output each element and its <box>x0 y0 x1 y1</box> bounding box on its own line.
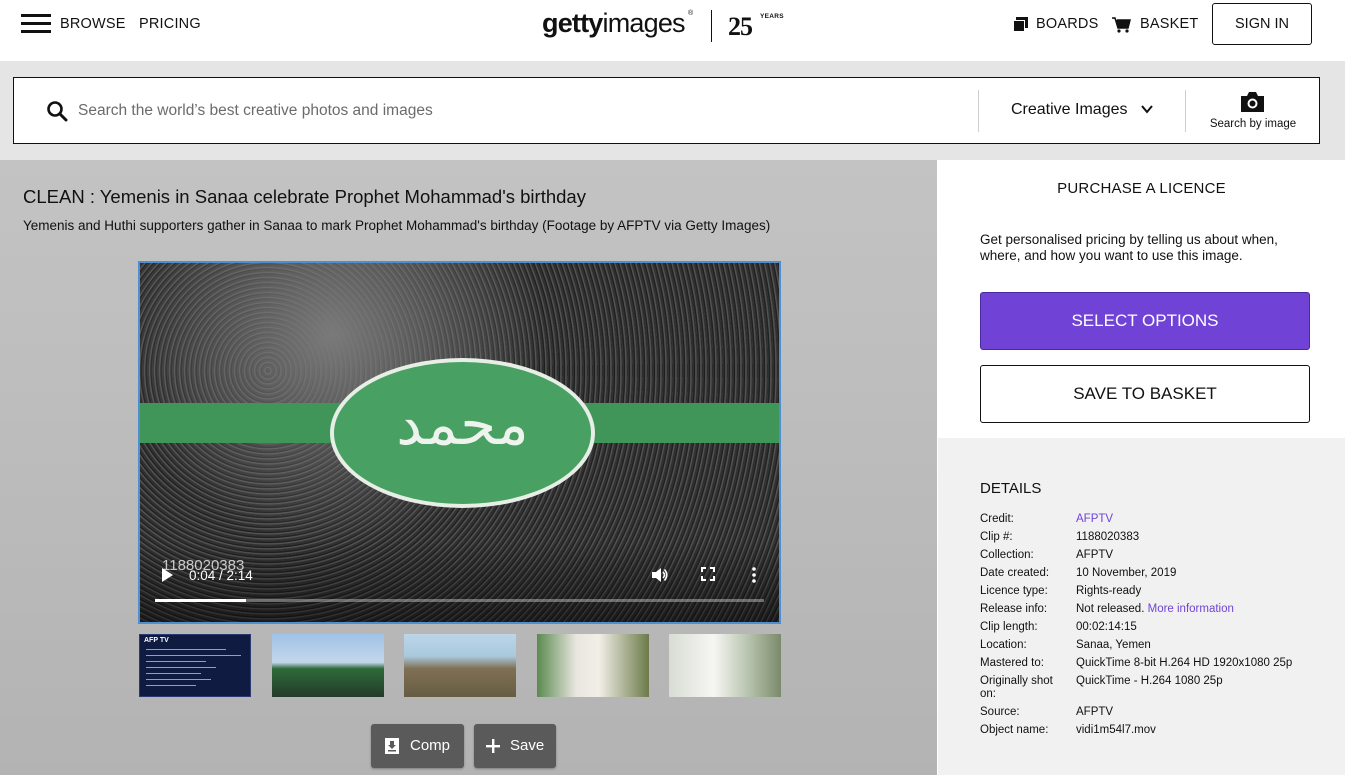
video-timecode: 0:04 / 2:14 <box>189 568 253 583</box>
detail-key: Collection: <box>980 549 1034 561</box>
chevron-down-icon <box>1141 105 1153 114</box>
download-icon <box>385 738 399 754</box>
search-divider <box>978 90 979 132</box>
search-band: Creative Images Search by image <box>0 61 1345 160</box>
video-banner-right <box>580 403 779 443</box>
detail-key: Clip length: <box>980 621 1038 633</box>
thumbnail-3[interactable] <box>404 634 516 697</box>
detail-key: Clip #: <box>980 531 1013 543</box>
detail-value: QuickTime 8-bit H.264 HD 1920x1080 25p <box>1076 657 1293 669</box>
detail-value: QuickTime - H.264 1080 25p <box>1076 675 1223 687</box>
release-status: Not released. <box>1076 603 1145 615</box>
detail-key: Originally shot on: <box>980 675 1053 700</box>
detail-key: Location: <box>980 639 1027 651</box>
detail-value: AFPTV <box>1076 706 1114 718</box>
search-type-dropdown[interactable]: Creative Images <box>980 78 1186 143</box>
comp-button[interactable]: Comp <box>371 724 464 768</box>
detail-value: vidi1m54l7.mov <box>1076 724 1156 736</box>
logo-registered: ® <box>688 10 694 17</box>
media-title: CLEAN : Yemenis in Sanaa celebrate Proph… <box>23 186 586 207</box>
comp-button-label: Comp <box>410 737 451 754</box>
video-progress-bar[interactable] <box>155 599 764 602</box>
search-icon[interactable] <box>46 100 68 122</box>
select-options-button[interactable]: SELECT OPTIONS <box>980 292 1310 350</box>
search-by-image-button[interactable]: Search by image <box>1186 78 1320 143</box>
basket-link[interactable]: BASKET <box>1140 16 1198 32</box>
logo-brand-thin: images <box>602 8 686 38</box>
video-progress-fill <box>155 599 247 602</box>
play-icon[interactable] <box>160 567 174 583</box>
logo-divider <box>711 10 712 42</box>
credit-link[interactable]: AFPTV <box>1076 513 1113 526</box>
detail-value: Rights-ready <box>1076 585 1142 597</box>
purchase-panel: PURCHASE A LICENCE Get personalised pric… <box>938 160 1345 438</box>
thumbnail-5[interactable] <box>669 634 781 697</box>
volume-icon[interactable] <box>651 567 669 583</box>
detail-key: Mastered to: <box>980 657 1044 669</box>
top-nav: BROWSE PRICING gettyimages ® 25 YEARS BO… <box>0 0 1345 61</box>
detail-key: Date created: <box>980 567 1050 579</box>
detail-value: 1188020383 <box>1076 531 1140 543</box>
fullscreen-icon[interactable] <box>701 567 715 581</box>
save-button[interactable]: Save <box>474 724 556 768</box>
purchase-heading: PURCHASE A LICENCE <box>1057 180 1226 197</box>
search-by-image-label: Search by image <box>1209 118 1297 130</box>
thumbnail-afp-badge: AFP TV <box>144 637 169 644</box>
thumbnail-4[interactable] <box>537 634 649 697</box>
camera-icon <box>1241 92 1264 112</box>
detail-key: Source: <box>980 706 1020 718</box>
logo-anniversary-sub: YEARS <box>760 13 784 20</box>
details-panel: DETAILS Credit: AFPTV Clip #: 1188020383… <box>938 438 1345 775</box>
media-area: CLEAN : Yemenis in Sanaa celebrate Proph… <box>0 160 937 775</box>
detail-key: Credit: <box>980 513 1014 525</box>
plus-icon <box>486 739 500 753</box>
search-input[interactable] <box>78 96 968 126</box>
detail-key: Object name: <box>980 724 1049 736</box>
more-options-icon[interactable] <box>752 567 756 583</box>
boards-icon[interactable] <box>1013 17 1028 32</box>
detail-value: 10 November, 2019 <box>1076 567 1177 579</box>
details-heading: DETAILS <box>980 480 1042 497</box>
hamburger-icon[interactable] <box>21 14 51 34</box>
browse-link[interactable]: BROWSE <box>60 16 126 32</box>
search-bar: Creative Images Search by image <box>13 77 1320 144</box>
logo-anniversary: 25 <box>728 12 753 41</box>
pricing-link[interactable]: PRICING <box>139 16 201 32</box>
search-type-selected: Creative Images <box>1011 101 1128 118</box>
save-to-basket-button[interactable]: SAVE TO BASKET <box>980 365 1310 423</box>
detail-key: Release info: <box>980 603 1048 615</box>
detail-value: AFPTV <box>1076 549 1114 561</box>
media-caption: Yemenis and Huthi supporters gather in S… <box>23 218 771 233</box>
boards-link[interactable]: BOARDS <box>1036 16 1098 32</box>
video-medallion: محمد <box>330 358 595 508</box>
video-player[interactable]: محمد 1188020383 0:04 / 2:14 <box>138 261 781 624</box>
basket-icon[interactable] <box>1112 17 1131 33</box>
detail-value: Sanaa, Yemen <box>1076 639 1151 651</box>
video-banner-left <box>140 403 340 443</box>
logo-brand-bold: getty <box>542 8 603 38</box>
thumbnail-1[interactable]: AFP TV <box>139 634 251 697</box>
save-button-label: Save <box>510 737 545 754</box>
purchase-description: Get personalised pricing by telling us a… <box>980 232 1278 263</box>
detail-value: Not released. More information <box>1076 603 1234 616</box>
more-information-link[interactable]: More information <box>1148 603 1234 615</box>
detail-value: 00:02:14:15 <box>1076 621 1137 633</box>
detail-key: Licence type: <box>980 585 1048 597</box>
thumbnail-2[interactable] <box>272 634 384 697</box>
sign-in-button[interactable]: SIGN IN <box>1212 3 1312 45</box>
